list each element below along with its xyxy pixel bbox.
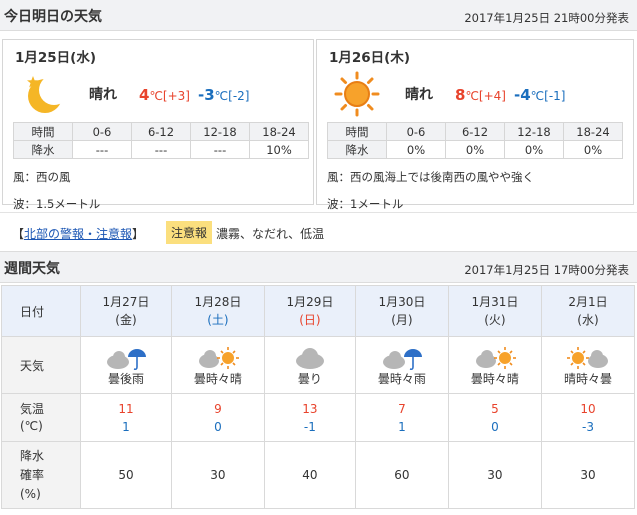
day-card-tomorrow: 1月26日(木) 晴れ 8℃[+4] -4℃[-1] 時間 0-6 6-12 12…: [316, 39, 634, 211]
day-weather: 晴れ: [89, 87, 117, 103]
day-date: 1月26日(木): [329, 50, 411, 66]
week-temp-cell: 50: [447, 393, 542, 442]
high-temp: 4℃[+3]: [139, 86, 190, 104]
day-date: 1月25日(水): [15, 50, 97, 66]
week-temp-cell: 11 1: [80, 393, 172, 442]
week-header: 週間天気 2017年1月25日 17時00分発表: [0, 251, 637, 283]
moon-icon: [27, 75, 67, 113]
today-title: 今日明日の天気: [4, 9, 102, 25]
week-weather-cell: 曇時々雨: [354, 336, 449, 394]
week-issued-time: 2017年1月25日 17時00分発表: [464, 263, 629, 277]
week-rain-cell: 60: [354, 441, 449, 509]
week-weather-cell: 曇り: [263, 336, 356, 394]
rain-chance-table: 時間 0-6 6-12 12-18 18-24 降水 --- --- --- 1…: [13, 122, 309, 159]
warning-row: 【北部の警報・注意報】 注意報 濃霧、なだれ、低温: [0, 212, 637, 251]
week-temp-cell: 71: [354, 393, 449, 442]
wave-text: 波：1メートル: [327, 197, 404, 211]
week-rain-cell: 40: [263, 441, 356, 509]
row-label-temp: 気温 (℃): [1, 393, 81, 442]
warning-link-wrap: 【北部の警報・注意報】: [12, 227, 145, 241]
day-card-today: 1月25日(水) 晴れ 4℃[+3] -3℃[-2] 時間 0-6 6-12 12…: [2, 39, 314, 211]
week-rain-cell: 50: [80, 441, 172, 509]
advisory-badge: 注意報: [166, 221, 213, 244]
rain-chance-table: 時間 0-6 6-12 12-18 18-24 降水 0% 0% 0% 0%: [327, 122, 623, 159]
week-date-cell: 1月27日 (金): [80, 285, 172, 337]
today-tomorrow-panel: 1月25日(水) 晴れ 4℃[+3] -3℃[-2] 時間 0-6 6-12 12…: [0, 31, 637, 212]
advisory-items: 濃霧、なだれ、低温: [216, 227, 325, 241]
wave-text: 波：1.5メートル: [13, 197, 101, 211]
week-date-cell: 1月31日 (火): [447, 285, 542, 337]
sun-icon: [334, 71, 380, 117]
wind-text: 風：西の風海上では後南西の風やや強く: [327, 170, 534, 184]
week-weather-cell: 曇時々晴: [170, 336, 265, 394]
week-weather-cell: 曇後雨: [80, 336, 172, 394]
week-rain-cell: 30: [540, 441, 636, 509]
wind-text: 風：西の風: [13, 170, 71, 184]
week-date-cell: 1月30日 (月): [354, 285, 449, 337]
cloud-umbrella-icon: [382, 349, 422, 371]
low-temp: -3℃[-2]: [197, 86, 250, 104]
week-temp-cell: 90: [170, 393, 265, 442]
cloud-sun-icon: [198, 347, 239, 369]
cloud-umbrella-icon: [106, 349, 146, 371]
row-label-date: 日付: [1, 285, 81, 337]
weekly-table: 日付 1月27日 (金) 1月28日 (土) 1月29日 (日) 1月30日 (月) 1…: [1, 285, 636, 509]
row-label-weather: 天気: [1, 336, 81, 394]
week-date-cell: 2月1日 (水): [540, 285, 636, 337]
week-title: 週間天気: [4, 261, 60, 277]
week-rain-cell: 30: [170, 441, 265, 509]
cloud-sun-icon: [475, 347, 516, 369]
week-temp-cell: 13 -1: [263, 393, 356, 442]
low-temp: -4℃[-1]: [513, 86, 566, 104]
today-header: 今日明日の天気 2017年1月25日 21時00分発表: [0, 0, 637, 31]
week-rain-cell: 30: [447, 441, 542, 509]
week-weather-cell: 曇時々晴: [447, 336, 542, 394]
cloud-icon: [295, 348, 324, 369]
day-temps: 8℃[+4] -4℃[-1]: [455, 86, 565, 104]
day-weather: 晴れ: [405, 87, 433, 103]
warning-link[interactable]: 北部の警報・注意報: [24, 227, 132, 241]
week-temp-cell: 10 -3: [540, 393, 636, 442]
week-date-cell: 1月29日 (日): [263, 285, 356, 337]
day-temps: 4℃[+3] -3℃[-2]: [139, 86, 249, 104]
week-weather-cell: 晴時々曇: [540, 336, 636, 394]
high-temp: 8℃[+4]: [455, 86, 506, 104]
today-issued-time: 2017年1月25日 21時00分発表: [464, 11, 629, 25]
week-date-cell: 1月28日 (土): [170, 285, 265, 337]
sun-cloud-icon: [566, 347, 608, 369]
row-label-rain: 降水 確率 (%): [1, 441, 81, 509]
